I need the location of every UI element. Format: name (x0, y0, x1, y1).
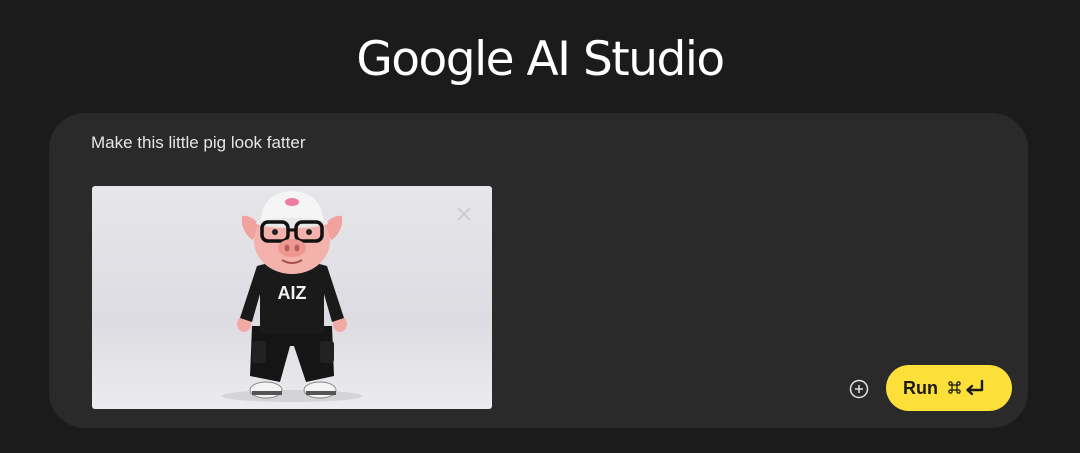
hoodie-text: AIZ (278, 283, 307, 303)
attached-image[interactable]: AIZ (92, 186, 492, 409)
app-title: Google AI Studio (356, 32, 725, 87)
enter-key-icon (966, 379, 984, 396)
run-button[interactable]: Run (886, 365, 1012, 411)
add-circle-icon[interactable] (847, 377, 871, 401)
prompt-card[interactable]: Make this little pig look fatter AIZ Run (49, 113, 1028, 428)
prompt-text[interactable]: Make this little pig look fatter (91, 133, 305, 153)
command-enter-shortcut-icon (948, 379, 984, 396)
pig-illustration: AIZ (222, 191, 362, 402)
run-button-label: Run (903, 378, 938, 398)
close-icon[interactable] (452, 202, 476, 226)
command-key-icon (948, 381, 961, 394)
